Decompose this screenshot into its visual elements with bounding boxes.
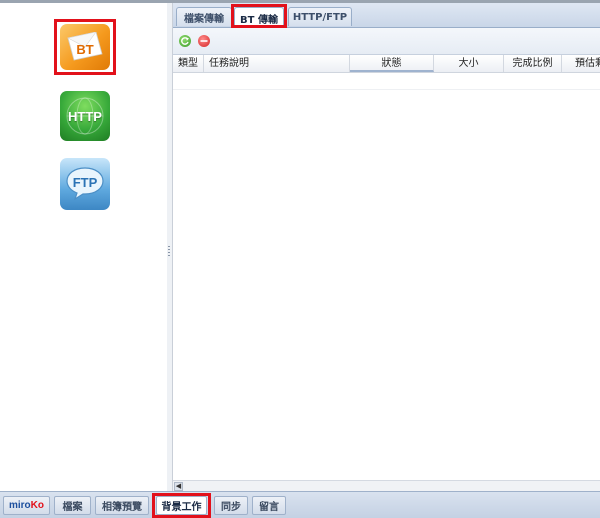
tab-label: 相簿預覽 — [102, 502, 142, 513]
column-progress[interactable]: 完成比例 — [504, 55, 562, 72]
bt-label: BT — [76, 41, 94, 57]
tab-messages[interactable]: 留言 — [252, 496, 286, 515]
tab-label: miroKo — [8, 500, 44, 511]
column-size[interactable]: 大小 — [434, 55, 504, 72]
column-eta[interactable]: 預估剩 — [562, 55, 600, 72]
column-status[interactable]: 狀態 — [350, 55, 434, 72]
ftp-label: FTP — [72, 174, 98, 190]
miroko-logo: miroKo — [9, 500, 44, 511]
transfer-tabs: 檔案傳輸 BT 傳輸 HTTP/FTP — [173, 3, 600, 28]
bottom-tab-bar: miroKo 檔案 相簿預覽 背景工作 同步 留言 — [0, 491, 600, 518]
bt-protocol-button[interactable]: BT — [54, 19, 116, 75]
task-toolbar — [173, 28, 600, 55]
remove-icon[interactable] — [198, 35, 210, 47]
ftp-protocol-button[interactable]: FTP — [60, 158, 110, 210]
selection-highlight — [152, 493, 211, 518]
tab-miroko[interactable]: miroKo — [3, 496, 50, 515]
bt-icon: BT — [60, 24, 110, 70]
tab-files[interactable]: 檔案 — [54, 496, 91, 515]
transfer-panel: 檔案傳輸 BT 傳輸 HTTP/FTP 類型 任務說明 狀態 大小 完成比例 預… — [173, 3, 600, 492]
tab-label: 留言 — [259, 502, 279, 513]
refresh-icon[interactable] — [179, 35, 191, 47]
scroll-left-icon[interactable]: ◀ — [174, 482, 183, 491]
selection-highlight — [231, 4, 287, 28]
ftp-icon: FTP — [60, 158, 110, 210]
http-icon: HTTP — [60, 91, 110, 141]
tab-file-transfer[interactable]: 檔案傳輸 — [176, 7, 232, 26]
tab-label: 同步 — [221, 502, 241, 513]
task-list-empty-row — [173, 89, 600, 90]
http-label: HTTP — [68, 108, 102, 124]
splitter-grip — [168, 246, 170, 256]
tab-label: 檔案 — [62, 502, 83, 513]
protocol-sidebar: BT HTTP FTP — [0, 3, 168, 491]
tab-http-ftp[interactable]: HTTP/FTP — [288, 7, 352, 26]
http-protocol-button[interactable]: HTTP — [60, 91, 110, 141]
tab-album-preview[interactable]: 相簿預覽 — [95, 496, 149, 515]
tab-label: 檔案傳輸 — [184, 13, 224, 25]
column-type[interactable]: 類型 — [173, 55, 204, 72]
column-task-description[interactable]: 任務說明 — [204, 55, 350, 72]
tab-sync[interactable]: 同步 — [214, 496, 248, 515]
tab-label: HTTP/FTP — [292, 11, 348, 23]
task-list-header: 類型 任務說明 狀態 大小 完成比例 預估剩 — [173, 55, 600, 73]
